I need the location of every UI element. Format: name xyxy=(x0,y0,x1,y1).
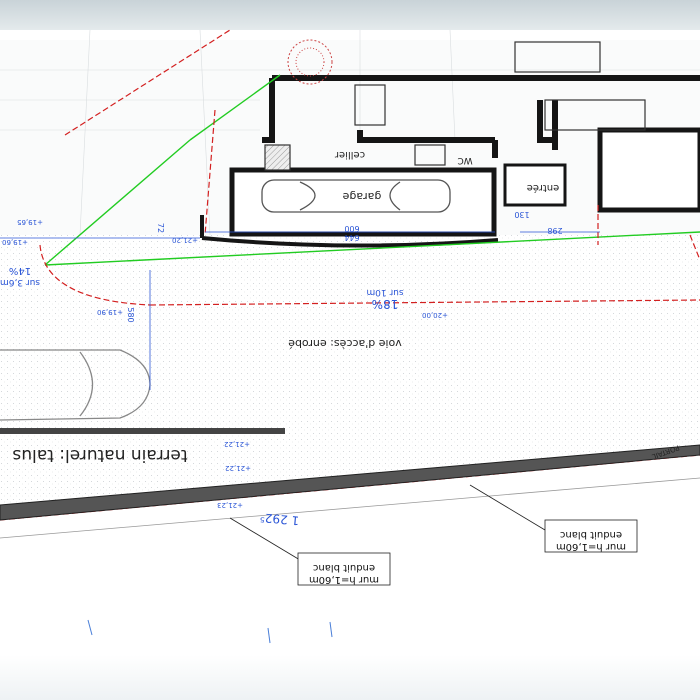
level-1960: +19,60 xyxy=(2,238,28,246)
slope-14-len: sur 3,6m xyxy=(0,277,40,287)
slope-18-pct: 18% xyxy=(372,297,399,311)
label-garage: garage xyxy=(342,190,381,203)
living-wing xyxy=(597,127,700,213)
label-terrain-naturel: terrain naturel: talus xyxy=(12,445,187,465)
callout-2-line1: mur h=1,60m xyxy=(556,541,626,552)
level-2122b: +21,22 xyxy=(225,464,251,472)
plan-viewport[interactable]: garage cellier WC entrée voie d'accès: e… xyxy=(0,0,700,700)
slope-14-pct: 14% xyxy=(9,265,31,276)
dim-130: 130 xyxy=(514,210,529,219)
page-bottom-fade xyxy=(0,655,700,700)
dim-298: 298 xyxy=(547,226,562,235)
dim-72: 72 xyxy=(156,223,165,233)
dim-644: 644 xyxy=(344,233,359,242)
level-1965: +19,65 xyxy=(17,218,43,226)
dim-580: 580 xyxy=(126,307,135,322)
dim-600: 600 xyxy=(344,224,359,233)
level-2120: +21,20 xyxy=(172,236,198,244)
bottom-ticks xyxy=(87,619,333,644)
level-1990: +19,90 xyxy=(97,308,123,316)
label-entree: entrée xyxy=(527,182,560,194)
label-voie-acces: voie d'accès: enrobé xyxy=(288,337,402,350)
slope-18-len: sur 10m xyxy=(366,287,403,297)
level-2123: +21,23 xyxy=(217,501,243,509)
level-2000: +20,00 xyxy=(422,311,448,319)
site-plan-drawing: garage cellier WC entrée voie d'accès: e… xyxy=(0,29,700,644)
callout-1-line1: mur h=1,60m xyxy=(309,574,379,585)
label-cellier: cellier xyxy=(334,149,365,160)
label-wc: WC xyxy=(457,155,472,165)
level-2122a: +21,22 xyxy=(224,440,250,448)
callout-1-line2: enduit blanc xyxy=(313,562,375,573)
talus-edge-wall xyxy=(0,428,285,434)
callout-2-line2: enduit blanc xyxy=(560,529,622,540)
